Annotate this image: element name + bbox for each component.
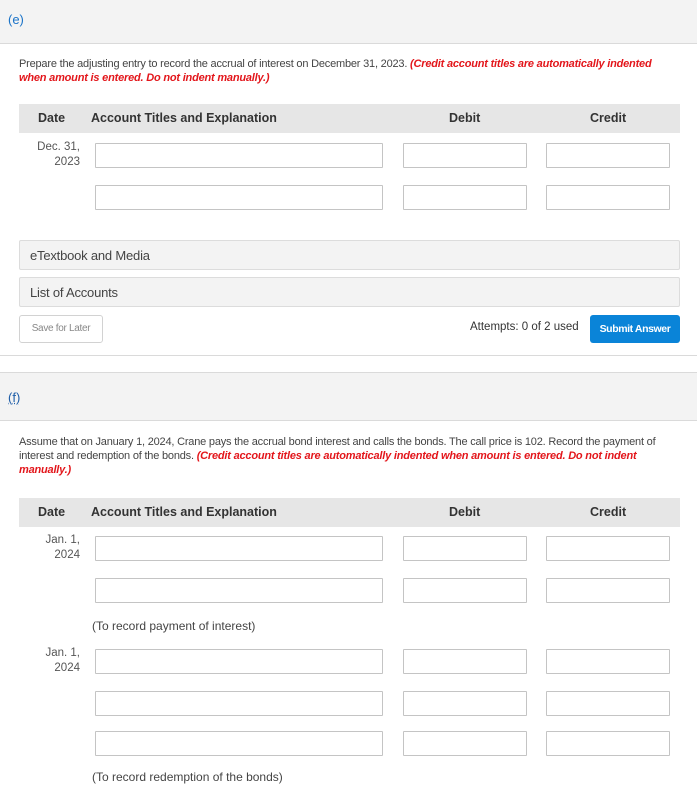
header-credit: Credit [590,505,627,519]
header-date: Date [38,111,66,125]
debit-input[interactable] [403,578,527,603]
credit-input[interactable] [546,649,670,674]
list-of-accounts-accordion[interactable]: List of Accounts [19,277,680,307]
account-title-input[interactable] [95,649,383,674]
credit-input[interactable] [546,578,670,603]
debit-input[interactable] [403,143,527,168]
account-title-input[interactable] [95,143,383,168]
account-title-input[interactable] [95,536,383,561]
debit-input[interactable] [403,691,527,716]
part-f-question: Assume that on January 1, 2024, Crane pa… [19,435,679,477]
part-f-header: (f) [0,372,697,421]
entry-note: (To record payment of interest) [92,619,256,633]
header-debit: Debit [449,111,481,125]
credit-input[interactable] [546,691,670,716]
entry-date: Jan. 1, 2024 [45,647,80,674]
part-e-header: (e) [0,0,697,44]
credit-input[interactable] [546,143,670,168]
account-title-input[interactable] [95,578,383,603]
account-title-input[interactable] [95,185,383,210]
entry-date: Jan. 1, 2024 [45,534,80,561]
header-account: Account Titles and Explanation [91,505,277,519]
debit-input[interactable] [403,536,527,561]
account-title-input[interactable] [95,691,383,716]
attempts-counter: Attempts: 0 of 2 used [470,321,579,333]
header-account: Account Titles and Explanation [91,111,277,125]
debit-input[interactable] [403,731,527,756]
save-for-later-button[interactable]: Save for Later [19,315,103,343]
part-f-table-header: Date Account Titles and Explanation Debi… [19,498,680,527]
credit-input[interactable] [546,731,670,756]
credit-input[interactable] [546,536,670,561]
debit-input[interactable] [403,649,527,674]
submit-answer-button[interactable]: Submit Answer [590,315,680,343]
entry-date: Dec. 31, 2023 [37,141,80,168]
part-e-label[interactable]: (e) [8,12,24,27]
entry-note: (To record redemption of the bonds) [92,770,283,784]
header-date: Date [38,505,66,519]
question-text: Prepare the adjusting entry to record th… [19,58,411,70]
etextbook-media-accordion[interactable]: eTextbook and Media [19,240,680,270]
section-divider [0,355,697,356]
header-credit: Credit [590,111,627,125]
credit-input[interactable] [546,185,670,210]
part-e-question: Prepare the adjusting entry to record th… [19,57,679,85]
debit-input[interactable] [403,185,527,210]
account-title-input[interactable] [95,731,383,756]
header-debit: Debit [449,505,481,519]
part-e-table-header: Date Account Titles and Explanation Debi… [19,104,680,133]
part-f-label[interactable]: (f) [8,390,20,405]
